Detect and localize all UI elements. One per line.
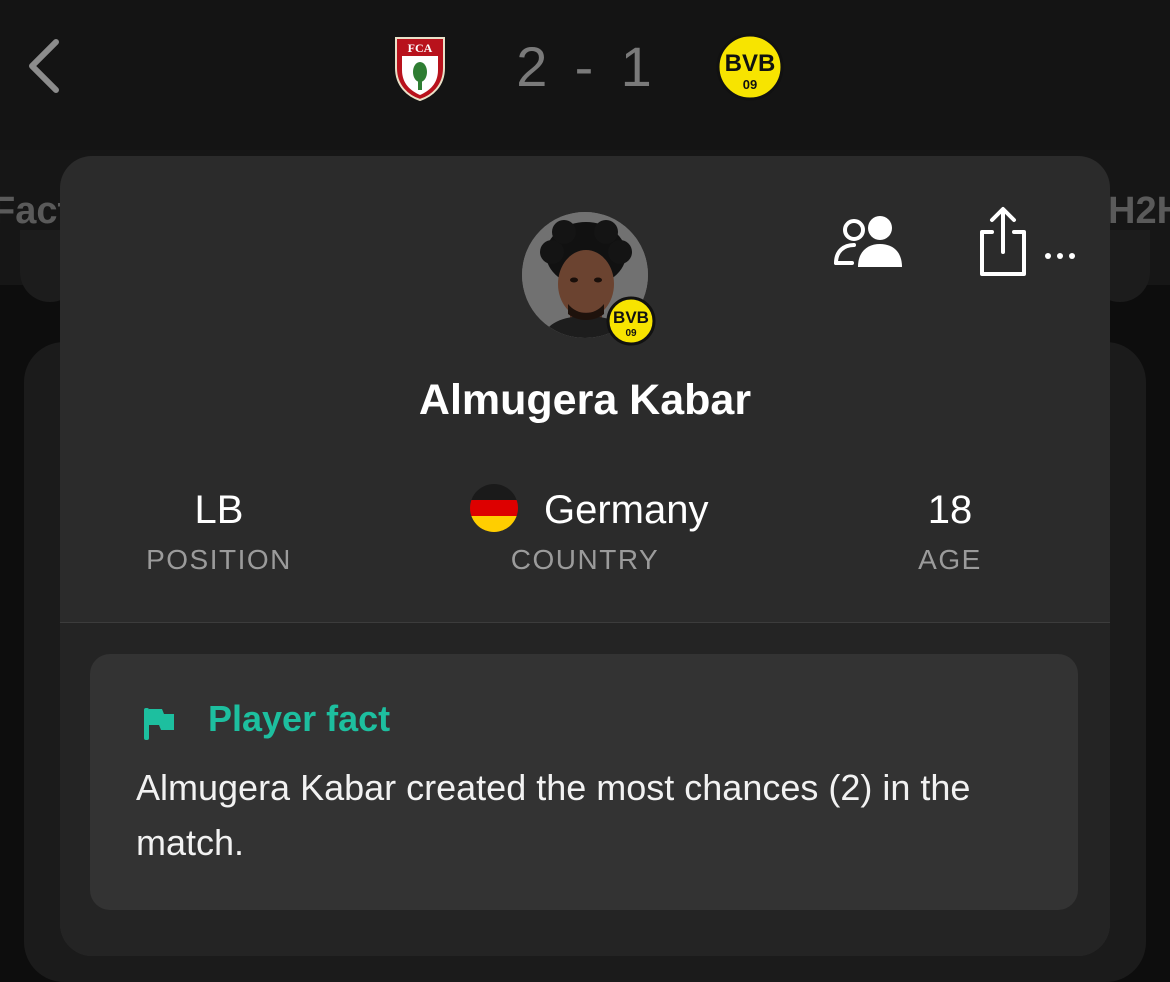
more-icon xyxy=(1045,253,1075,259)
share-button[interactable] xyxy=(972,206,1034,280)
germany-flag-icon xyxy=(470,484,518,533)
age-label: AGE xyxy=(918,544,982,575)
country-value-row: Germany xyxy=(470,482,709,538)
fact-text: Almugera Kabar created the most chances … xyxy=(136,767,971,863)
flag-icon xyxy=(142,706,176,742)
follow-player-button[interactable] xyxy=(832,211,908,271)
away-team-crest[interactable]: BVB 09 xyxy=(716,33,784,101)
age-value: 18 xyxy=(927,488,973,532)
score-separator: - xyxy=(574,35,596,98)
svg-text:BVB: BVB xyxy=(725,50,776,77)
bvb-crest-icon: BVB 09 xyxy=(716,33,784,101)
stat-position: LB POSITION xyxy=(124,482,314,576)
back-button[interactable] xyxy=(22,36,68,96)
fca-crest-icon: FCA xyxy=(395,37,445,102)
chevron-left-icon xyxy=(29,39,59,93)
player-fact-card: Player fact Almugera Kabar created the m… xyxy=(90,654,1078,910)
player-name: Almugera Kabar xyxy=(418,376,752,424)
player-club-badge: BVB 09 xyxy=(606,296,656,346)
country-label: COUNTRY xyxy=(510,544,660,575)
stat-country: Germany COUNTRY xyxy=(470,482,709,576)
svg-text:09: 09 xyxy=(625,328,637,339)
more-button[interactable] xyxy=(1042,246,1082,266)
country-value: Germany xyxy=(544,488,709,532)
position-value: LB xyxy=(194,488,244,532)
away-score: 1 xyxy=(620,35,654,98)
player-avatar[interactable]: BVB 09 xyxy=(522,212,658,346)
tab-h2h[interactable]: H2H xyxy=(1108,190,1170,233)
match-score: 2 - 1 xyxy=(500,32,670,102)
svg-text:FCA: FCA xyxy=(408,41,433,55)
position-label: POSITION xyxy=(146,544,292,575)
bvb-badge-icon: BVB 09 xyxy=(606,296,656,346)
svg-text:09: 09 xyxy=(743,77,757,92)
svg-text:BVB: BVB xyxy=(613,308,649,327)
share-icon xyxy=(980,207,1026,276)
people-icon xyxy=(834,216,902,267)
home-score: 2 xyxy=(516,35,550,98)
home-team-crest[interactable]: FCA xyxy=(392,34,448,102)
stat-age: 18 AGE xyxy=(860,482,1040,576)
player-sheet: BVB 09 Almugera Kabar LB POSITION German… xyxy=(60,156,1110,956)
fact-title: Player fact xyxy=(208,698,391,739)
